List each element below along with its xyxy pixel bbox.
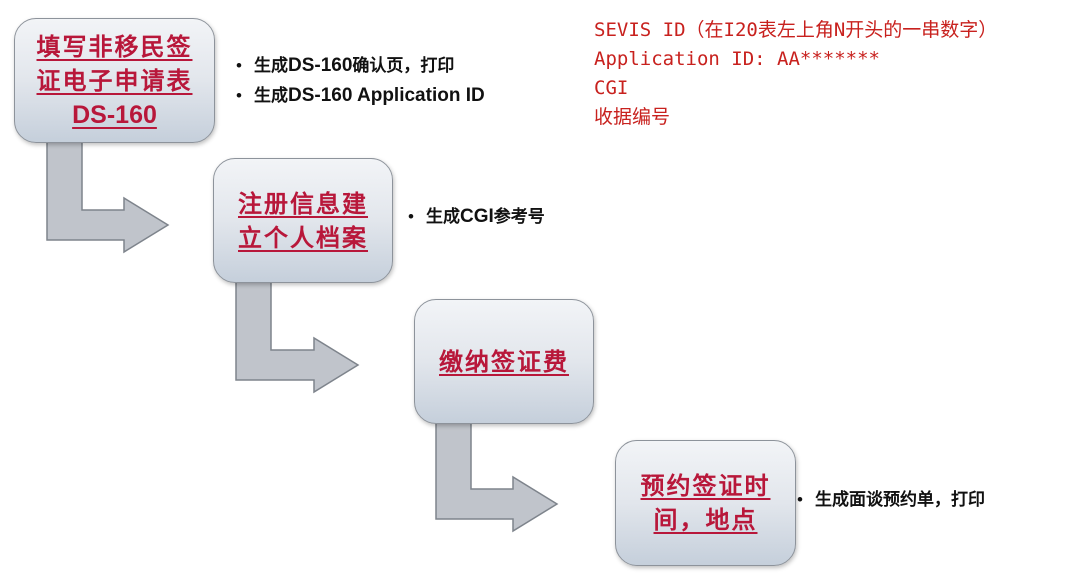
output-latin: DS-160 Application ID: [288, 85, 485, 106]
output-suffix: 确认页，打印: [352, 56, 455, 76]
step-title-line[interactable]: 缴纳签证费: [439, 345, 569, 379]
output-item: 生成面谈预约单，打印: [797, 485, 985, 515]
output-prefix: 生成面谈预约单，打印: [815, 490, 985, 510]
step-outputs-list: 生成面谈预约单，打印: [797, 485, 985, 515]
note-cgi: CGI: [594, 77, 629, 99]
step-title-line[interactable]: 证电子申请表: [37, 64, 193, 98]
output-latin: DS-160: [288, 55, 353, 76]
output-item: 生成CGI参考号: [408, 202, 545, 232]
output-latin: CGI: [460, 206, 494, 227]
step-title-line[interactable]: DS-160: [72, 98, 157, 132]
step-outputs-list: 生成DS-160确认页，打印 生成DS-160 Application ID: [236, 51, 485, 111]
output-item: 生成DS-160 Application ID: [236, 81, 485, 111]
bent-arrow-icon: [235, 280, 360, 394]
output-suffix: 参考号: [493, 207, 545, 227]
step-title-line[interactable]: 注册信息建: [238, 187, 368, 221]
bent-arrow-icon: [46, 140, 170, 254]
step-outputs-list: 生成CGI参考号: [408, 202, 545, 232]
output-prefix: 生成: [254, 86, 288, 106]
step-box-fill-ds160[interactable]: 填写非移民签 证电子申请表 DS-160: [14, 18, 215, 143]
note-receipt-number: 收据编号: [594, 106, 671, 128]
step-box-schedule-appointment[interactable]: 预约签证时 间，地点: [615, 440, 796, 566]
output-prefix: 生成: [254, 56, 288, 76]
note-application-id: Application ID: AA*******: [594, 48, 880, 70]
step-title-line[interactable]: 立个人档案: [238, 221, 368, 255]
bent-arrow-icon: [435, 421, 559, 533]
step-title-line[interactable]: 间，地点: [654, 503, 758, 537]
required-ids-notes: SEVIS ID（在I20表左上角N开头的一串数字） Application I…: [594, 16, 997, 132]
output-item: 生成DS-160确认页，打印: [236, 51, 485, 81]
note-sevis-id: SEVIS ID（在I20表左上角N开头的一串数字）: [594, 19, 998, 41]
step-title-line[interactable]: 预约签证时: [641, 469, 771, 503]
step-box-pay-fee[interactable]: 缴纳签证费: [414, 299, 594, 424]
step-box-register-profile[interactable]: 注册信息建 立个人档案: [213, 158, 393, 283]
output-prefix: 生成: [426, 207, 460, 227]
step-title-line[interactable]: 填写非移民签: [37, 30, 193, 64]
